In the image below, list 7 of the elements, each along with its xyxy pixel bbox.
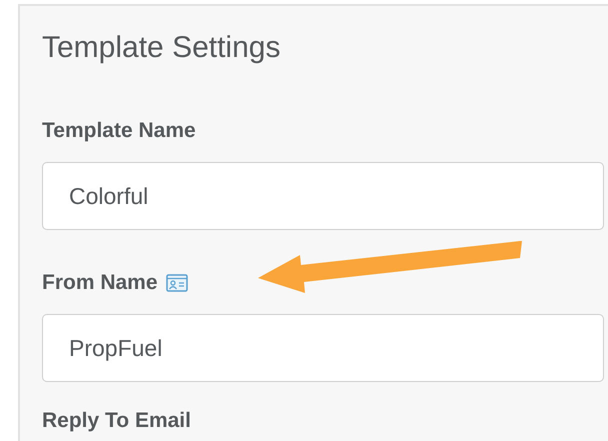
field-label: Reply To Email: [42, 408, 191, 434]
text-field[interactable]: PropFuel: [42, 314, 604, 382]
field-label: From Name: [42, 270, 158, 296]
field-label: Template Name: [42, 118, 196, 144]
text-field[interactable]: Colorful: [42, 162, 604, 230]
panel-title: Template Settings: [42, 30, 280, 66]
contact-card-icon[interactable]: [166, 273, 188, 293]
